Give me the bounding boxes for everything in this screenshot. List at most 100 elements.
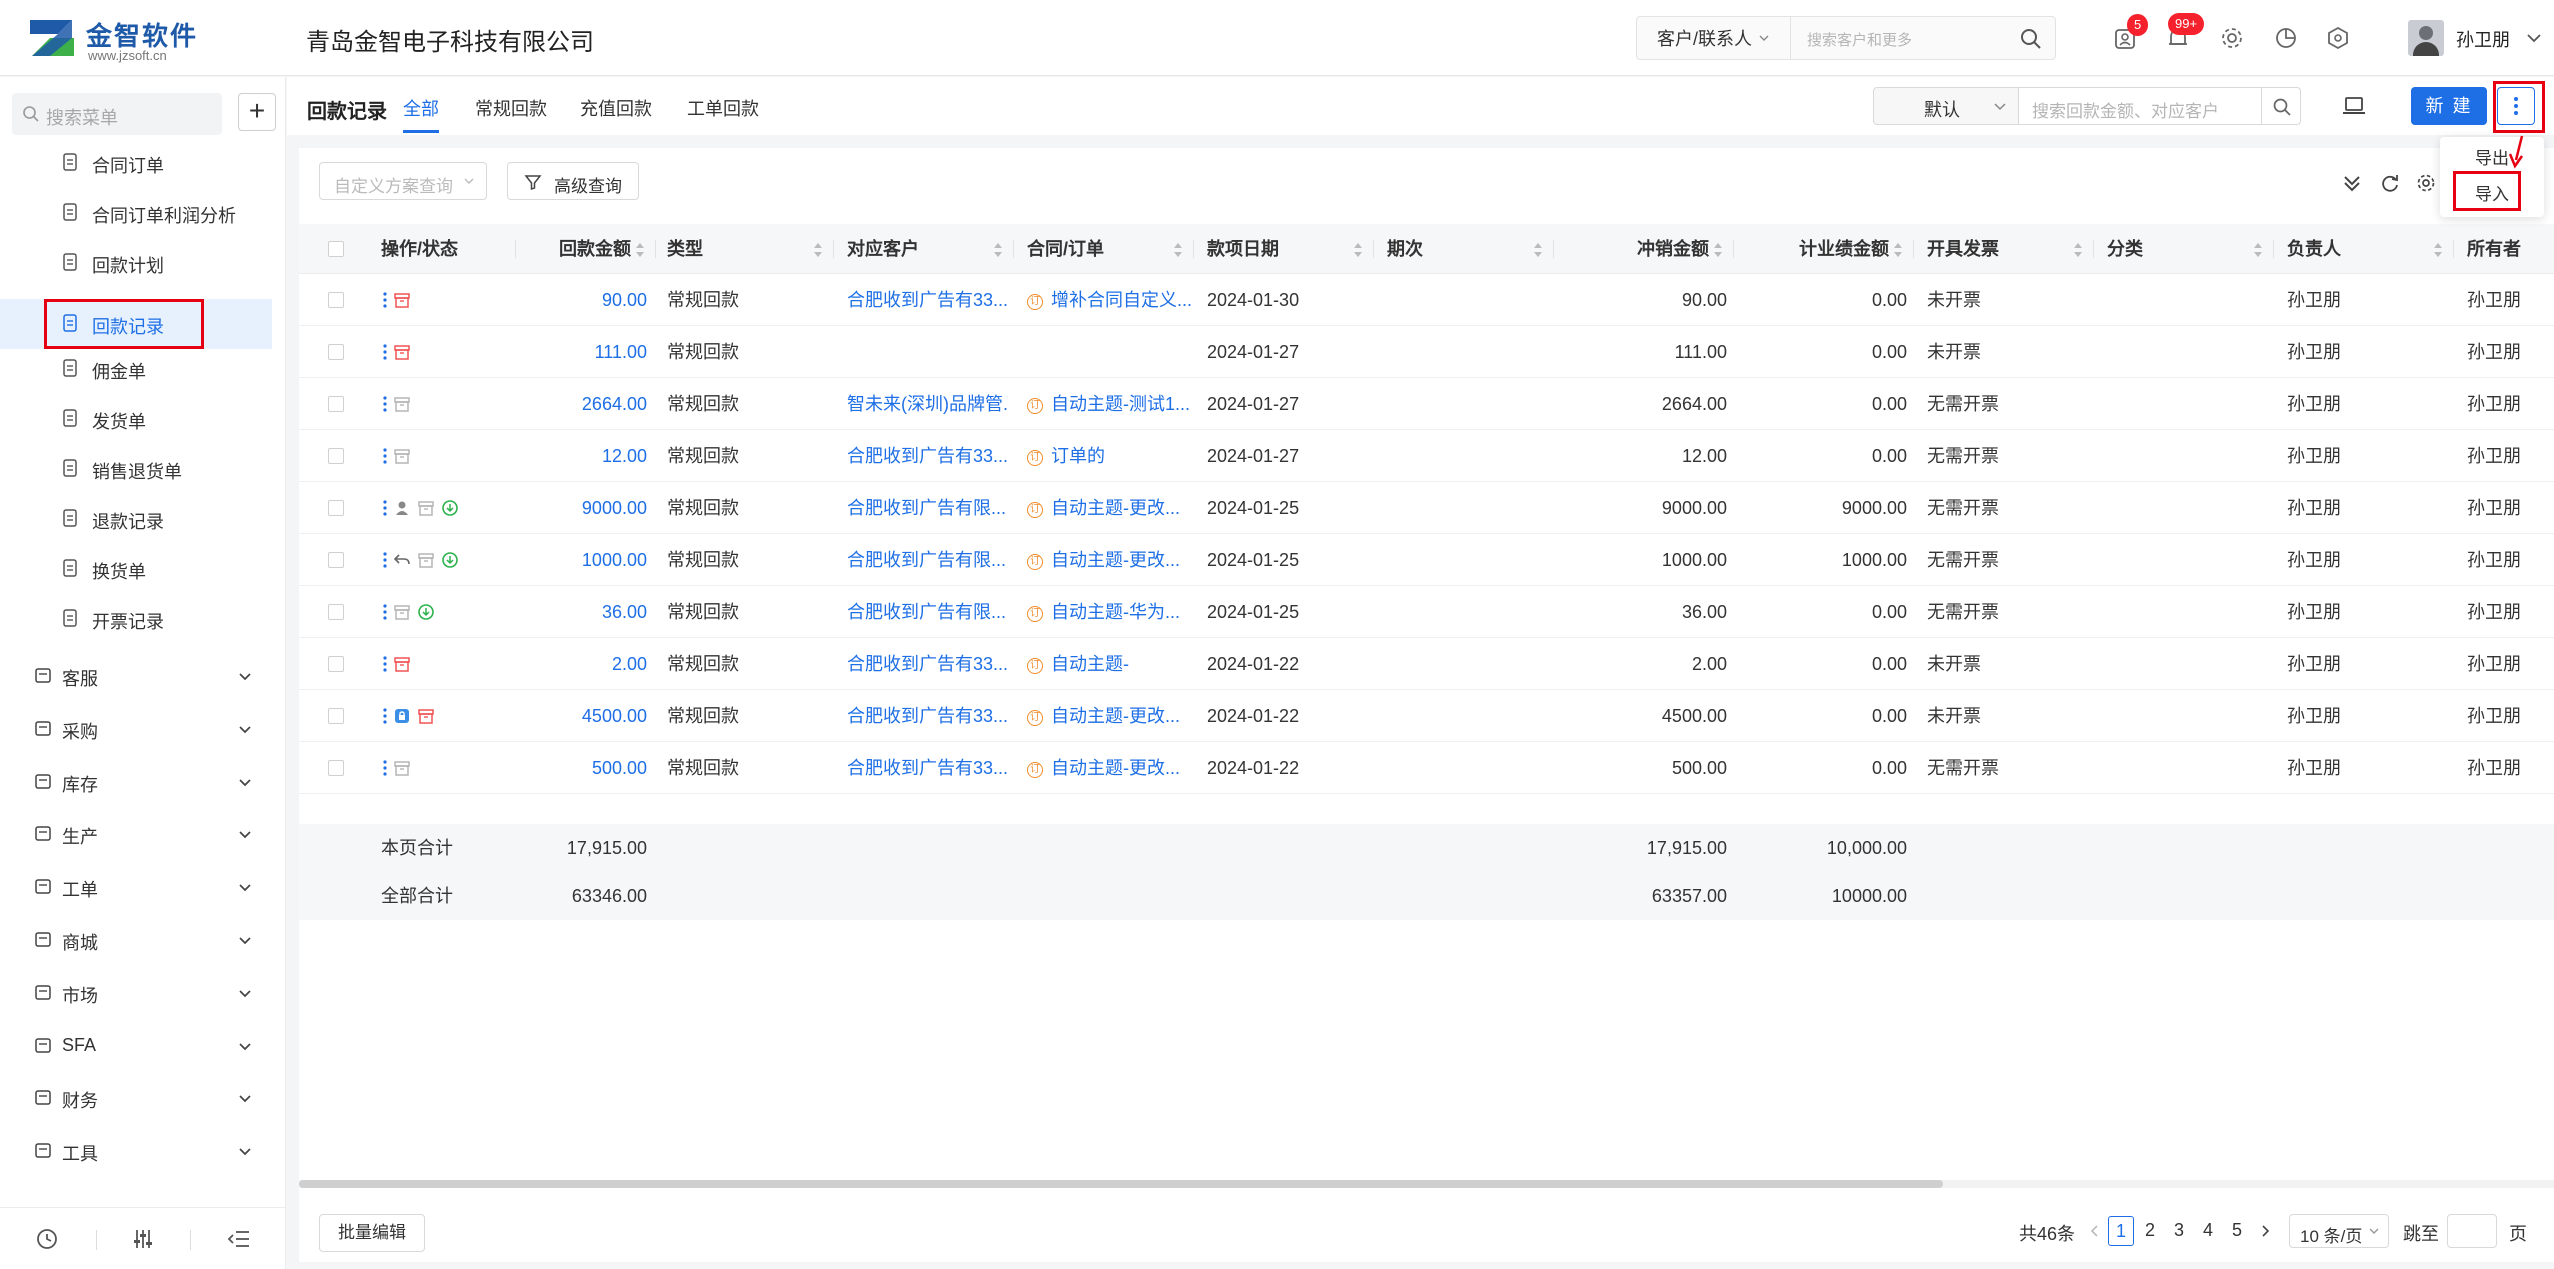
page-2[interactable]: 2: [2137, 1216, 2163, 1246]
cell-amount[interactable]: 4500.00: [519, 690, 647, 742]
cell-order[interactable]: 订自动主题-华为...: [1027, 586, 1191, 638]
col-category[interactable]: 分类: [2107, 224, 2143, 274]
sidebar-group-3[interactable]: 库存: [0, 757, 272, 807]
logo[interactable]: 金智软件 www.jzsoft.cn: [28, 16, 198, 63]
sidebar-item-6[interactable]: 发货单: [0, 394, 272, 444]
horizontal-scrollbar[interactable]: [299, 1180, 2554, 1188]
row-checkbox[interactable]: [328, 604, 344, 620]
sliders-icon[interactable]: [130, 1226, 156, 1252]
more-vertical-icon[interactable]: [383, 292, 387, 308]
table-row[interactable]: 1000.00 常规回款 合肥收到广告有限... 订自动主题-更改... 2024-01…: [299, 534, 2554, 586]
sidebar-group-5[interactable]: 工单: [0, 862, 272, 912]
global-search-input[interactable]: 搜索客户和更多: [1807, 29, 1912, 50]
col-date[interactable]: 款项日期: [1207, 224, 1279, 274]
cell-customer[interactable]: 合肥收到广告有33...: [847, 274, 1007, 326]
table-row[interactable]: 4500.00 常规回款 合肥收到广告有33... 订自动主题-更改... 2024-0…: [299, 690, 2554, 742]
cell-amount[interactable]: 500.00: [519, 742, 647, 794]
jump-page-input[interactable]: [2447, 1214, 2497, 1248]
cube-icon[interactable]: [2324, 24, 2352, 52]
sidebar-item-7[interactable]: 销售退货单: [0, 444, 272, 494]
col-period[interactable]: 期次: [1387, 224, 1423, 274]
sidebar-item-2[interactable]: 合同订单利润分析: [0, 188, 272, 238]
page-4[interactable]: 4: [2195, 1216, 2221, 1246]
more-vertical-icon[interactable]: [383, 656, 387, 672]
sort-icon[interactable]: [813, 241, 823, 259]
lock-icon[interactable]: [393, 707, 411, 725]
cell-customer[interactable]: 合肥收到广告有33...: [847, 690, 1007, 742]
cell-customer[interactable]: 合肥收到广告有33...: [847, 638, 1007, 690]
view-select[interactable]: 默认: [1873, 87, 2019, 125]
sidebar-group-2[interactable]: 采购: [0, 704, 272, 754]
more-vertical-icon[interactable]: [383, 500, 387, 516]
download-circle-icon[interactable]: [441, 499, 459, 517]
advanced-query-button[interactable]: 高级查询: [507, 162, 639, 200]
gear-icon[interactable]: [2218, 24, 2246, 52]
cell-customer[interactable]: 合肥收到广告有限...: [847, 586, 1007, 638]
more-vertical-icon[interactable]: [383, 552, 387, 568]
undo-icon[interactable]: [393, 551, 411, 569]
sort-icon[interactable]: [1533, 241, 1543, 259]
archive-icon[interactable]: [393, 291, 411, 309]
cell-amount[interactable]: 2664.00: [519, 378, 647, 430]
cell-order[interactable]: 订自动主题-更改...: [1027, 742, 1191, 794]
row-checkbox[interactable]: [328, 500, 344, 516]
cell-amount[interactable]: 2.00: [519, 638, 647, 690]
cell-order[interactable]: 订自动主题-测试1...: [1027, 378, 1191, 430]
cell-amount[interactable]: 12.00: [519, 430, 647, 482]
cell-customer[interactable]: 合肥收到广告有限...: [847, 482, 1007, 534]
avatar[interactable]: [2408, 20, 2444, 56]
cell-order[interactable]: 订订单的: [1027, 430, 1191, 482]
table-row[interactable]: 2664.00 常规回款 智未来(深圳)品牌管... 订自动主题-测试1... 2024…: [299, 378, 2554, 430]
more-vertical-icon[interactable]: [383, 344, 387, 360]
sort-icon[interactable]: [635, 241, 645, 259]
page-3[interactable]: 3: [2166, 1216, 2192, 1246]
expand-all-icon[interactable]: [2341, 172, 2363, 194]
sidebar-item-8[interactable]: 退款记录: [0, 494, 272, 544]
sort-icon[interactable]: [2253, 241, 2263, 259]
chart-pie-icon[interactable]: [2272, 24, 2300, 52]
col-order[interactable]: 合同/订单: [1027, 224, 1104, 274]
record-search-button[interactable]: [2261, 87, 2301, 125]
sidebar-item-10[interactable]: 开票记录: [0, 594, 272, 644]
row-checkbox[interactable]: [328, 344, 344, 360]
col-amount[interactable]: 回款金额: [559, 224, 631, 274]
table-row[interactable]: 111.00 常规回款 2024-01-27 111.00 0.00 未开票 孙卫朋 孙卫朋: [299, 326, 2554, 378]
col-invoice[interactable]: 开具发票: [1927, 224, 1999, 274]
sidebar-group-6[interactable]: 商城: [0, 915, 272, 965]
user-icon[interactable]: [393, 499, 411, 517]
cell-customer[interactable]: 智未来(深圳)品牌管...: [847, 378, 1007, 430]
cell-customer[interactable]: 合肥收到广告有限...: [847, 534, 1007, 586]
archive-icon[interactable]: [393, 759, 411, 777]
archive-icon[interactable]: [393, 343, 411, 361]
sidebar-group-10[interactable]: 工具: [0, 1126, 272, 1176]
sort-icon[interactable]: [1173, 241, 1183, 259]
more-vertical-icon[interactable]: [383, 396, 387, 412]
sidebar-group-4[interactable]: 生产: [0, 809, 272, 859]
bulk-edit-button[interactable]: 批量编辑: [319, 1214, 425, 1252]
cell-amount[interactable]: 9000.00: [519, 482, 647, 534]
archive-icon[interactable]: [393, 603, 411, 621]
cell-customer[interactable]: [847, 326, 1007, 378]
search-icon[interactable]: [2019, 27, 2043, 51]
page-1[interactable]: 1: [2108, 1216, 2134, 1246]
sort-icon[interactable]: [993, 241, 1003, 259]
table-row[interactable]: 500.00 常规回款 合肥收到广告有33... 订自动主题-更改... 2024-01…: [299, 742, 2554, 794]
sort-icon[interactable]: [1353, 241, 1363, 259]
more-vertical-icon[interactable]: [383, 604, 387, 620]
add-menu-button[interactable]: +: [238, 93, 276, 131]
download-circle-icon[interactable]: [417, 603, 435, 621]
tab-recharge[interactable]: 充值回款: [580, 95, 652, 133]
user-name[interactable]: 孙卫朋: [2456, 26, 2510, 52]
col-type[interactable]: 类型: [667, 224, 703, 274]
row-checkbox[interactable]: [328, 760, 344, 776]
sort-icon[interactable]: [2433, 241, 2443, 259]
row-checkbox[interactable]: [328, 396, 344, 412]
cell-order[interactable]: 订自动主题-: [1027, 638, 1191, 690]
sidebar-item-9[interactable]: 换货单: [0, 544, 272, 594]
tab-all[interactable]: 全部: [403, 95, 439, 133]
row-checkbox[interactable]: [328, 292, 344, 308]
page-size-select[interactable]: 10 条/页: [2289, 1214, 2389, 1248]
more-vertical-icon[interactable]: [383, 760, 387, 776]
table-row[interactable]: 12.00 常规回款 合肥收到广告有33... 订订单的 2024-01-27 12.00…: [299, 430, 2554, 482]
col-owner[interactable]: 负责人: [2287, 224, 2341, 274]
